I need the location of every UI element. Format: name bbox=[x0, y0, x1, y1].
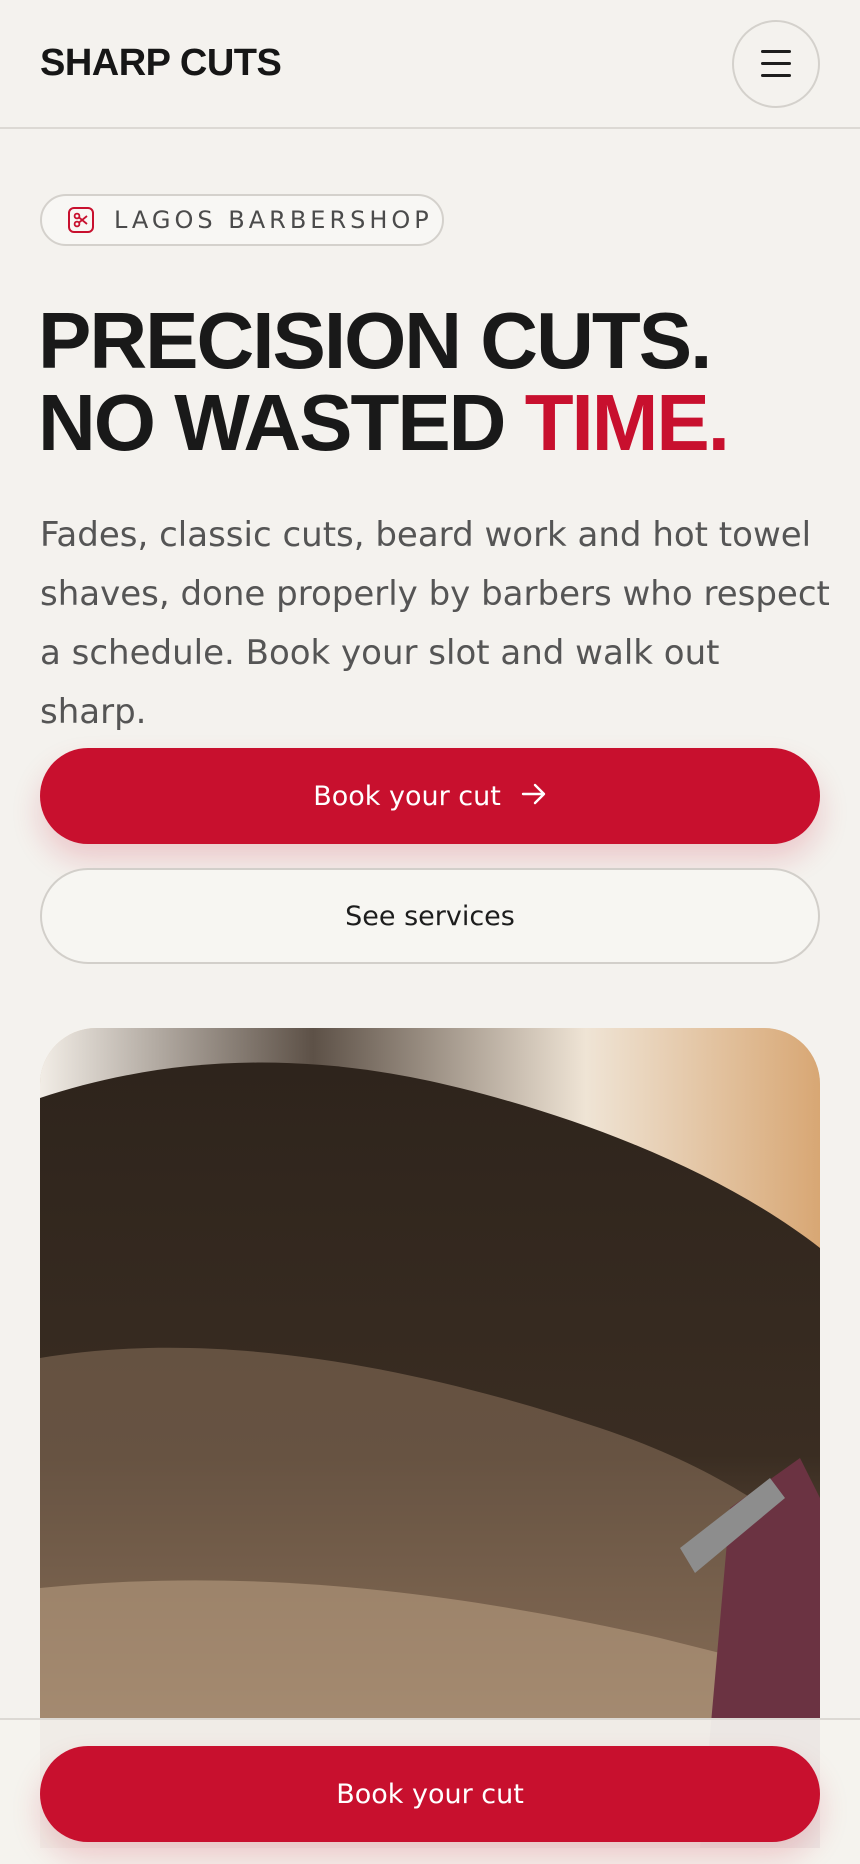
headline-line-1: PRECISION CUTS. bbox=[38, 296, 712, 385]
location-badge: LAGOS BARBERSHOP bbox=[40, 194, 444, 246]
headline-line-2: NO WASTED bbox=[38, 378, 525, 467]
headline-accent: TIME. bbox=[524, 378, 730, 467]
sticky-book-cut-button[interactable]: Book your cut bbox=[40, 1746, 820, 1842]
site-header: SHARP CUTS bbox=[0, 0, 860, 129]
book-cut-label: Book your cut bbox=[313, 780, 501, 812]
hamburger-menu-icon bbox=[761, 50, 791, 53]
scissors-icon bbox=[68, 207, 94, 233]
see-services-button[interactable]: See services bbox=[40, 868, 820, 964]
menu-button[interactable] bbox=[732, 19, 820, 108]
book-cut-button[interactable]: Book your cut bbox=[40, 748, 820, 844]
sticky-book-cut-label: Book your cut bbox=[336, 1778, 524, 1810]
badge-label: LAGOS BARBERSHOP bbox=[114, 206, 433, 234]
hero-headline: PRECISION CUTS. NO WASTED TIME. bbox=[38, 300, 828, 464]
brand-logo[interactable]: SHARP CUTS bbox=[40, 42, 282, 85]
sticky-booking-bar: Book your cut bbox=[0, 1718, 860, 1864]
hero-description: Fades, classic cuts, beard work and hot … bbox=[40, 515, 830, 732]
arrow-right-icon bbox=[521, 781, 547, 812]
